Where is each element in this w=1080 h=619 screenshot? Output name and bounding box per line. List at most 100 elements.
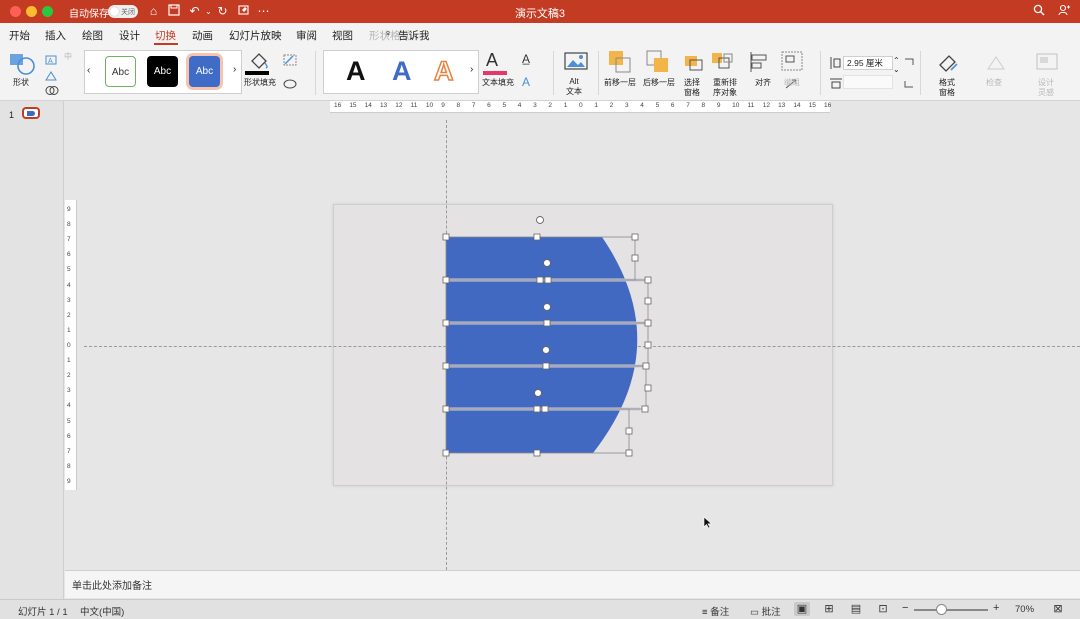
shape-styles-gallery: ‹ Abc Abc Abc [84,50,242,94]
tab-slideshow[interactable]: 幻灯片放映 [229,28,282,43]
normal-view-button[interactable]: ▣ [794,602,810,616]
thumbnail-preview [27,111,35,116]
shape-fill-label: 形状填充 [244,78,276,87]
ruler-tick-label: 8 [701,102,706,109]
faded-label: 中 [64,52,72,61]
ruler-tick-label: 6 [487,102,491,109]
account-icon[interactable] [1057,4,1072,19]
rotate-handle-icon[interactable] [536,216,544,224]
text-fill-icon[interactable]: A [486,50,498,71]
ruler-tick-label: 5 [67,417,71,425]
comments-toggle[interactable]: ▭ 批注 [750,604,781,618]
send-backward-label: 后移一层 [643,78,675,87]
search-icon[interactable] [1031,4,1046,19]
slideshow-button[interactable]: ⊡ [875,602,891,616]
comment-icon: ▭ [750,607,759,618]
gallery-scroll-right-icon[interactable]: › [233,65,236,75]
ruler-tick-label: 9 [67,206,71,213]
style-sample-blue[interactable]: Abc [189,56,220,87]
ruler-tick-label: 9 [441,102,445,109]
slide-sorter-button[interactable]: ⊞ [821,602,837,616]
rotate-handle-icon[interactable] [543,259,551,267]
rotate-handle-icon[interactable] [542,346,550,354]
ruler-tick-label: 15 [808,102,816,109]
notes-pane[interactable]: 单击此处添加备注 [65,570,1080,598]
selection-pane-icon[interactable] [684,52,704,79]
slide-number: 1 [9,110,15,120]
text-fill-color-swatch [483,71,507,75]
crop-icon[interactable] [903,57,915,94]
merge-shapes-icon[interactable] [45,83,59,101]
separator [598,51,599,95]
tab-transitions[interactable]: 切换 [155,28,176,43]
text-outline-icon[interactable]: A̲ [522,52,530,66]
gallery-scroll-left-icon[interactable]: ‹ [87,66,90,76]
reorder-objects-icon[interactable] [711,51,735,78]
blue-half-circle-shape[interactable] [446,237,638,453]
ruler-tick-label: 1 [594,102,598,109]
ruler-tick-label: 7 [686,102,690,109]
slide-thumbnail[interactable] [22,107,40,119]
style-sample-black[interactable]: Abc [147,56,178,87]
ruler-tick-label: 2 [609,102,614,109]
zoom-slider-track[interactable] [914,609,988,611]
zoom-in-button[interactable]: + [993,602,999,614]
tab-tell-me[interactable]: 告诉我 [398,28,430,43]
separator [553,51,554,95]
wordart-black[interactable]: A [346,56,366,87]
notes-toggle[interactable]: ≡ 备注 [702,604,729,618]
notes-toggle-label: 备注 [710,607,730,618]
bring-forward-icon[interactable] [608,50,632,79]
tab-view[interactable]: 视图 [332,28,353,43]
height-stepper[interactable]: ⌃ ⌄ [893,56,900,74]
height-input[interactable]: 2.95 厘米 [843,56,893,70]
tab-review[interactable]: 审阅 [296,28,317,43]
text-effects-icon[interactable]: A [522,75,530,89]
width-icon [829,76,843,94]
fit-to-window-icon[interactable]: ⊠ [1050,602,1066,616]
alt-text-icon[interactable] [564,52,588,77]
tab-draw[interactable]: 绘图 [82,28,103,43]
separator [315,51,316,95]
format-pane-label: 格式 窗格 [939,78,955,97]
reading-view-button[interactable]: ▤ [848,602,864,616]
group-icon[interactable] [781,51,803,76]
zoom-slider-knob[interactable] [936,604,947,615]
ruler-tick-label: 13 [778,102,786,109]
rotate-handle-icon[interactable] [534,389,542,397]
lightbulb-icon[interactable]: ♀ [384,28,392,40]
design-ideas-icon[interactable] [1036,52,1058,77]
align-icon[interactable] [749,51,771,78]
tab-design[interactable]: 设计 [119,28,140,43]
ruler-tick-label: 12 [395,102,403,109]
notes-placeholder: 单击此处添加备注 [72,581,152,592]
wordart-blue[interactable]: A [392,56,412,87]
wordart-scroll-icon[interactable]: › [470,65,473,75]
document-title: 演示文稿3 [514,8,566,20]
selected-shapes[interactable] [430,210,670,470]
shape-effects-icon[interactable] [283,77,297,95]
zoom-percent[interactable]: 70% [1015,604,1034,615]
notes-icon: ≡ [702,607,708,618]
shapes-label: 形状 [13,78,29,87]
tab-animations[interactable]: 动画 [192,28,213,43]
wordart-orange-outline[interactable]: A [433,55,454,87]
zoom-out-button[interactable]: − [902,602,908,614]
rotate-handle-icon[interactable] [543,303,551,311]
ruler-tick-label: 14 [793,102,801,109]
language-indicator[interactable]: 中文(中国) [80,604,124,618]
tab-insert[interactable]: 插入 [45,28,66,43]
ruler-tick-label: 5 [655,102,660,109]
shape-outline-icon[interactable] [283,53,297,71]
tab-home[interactable]: 开始 [9,28,30,43]
ruler-tick-label: 5 [502,102,507,109]
style-sample-outline[interactable]: Abc [105,56,136,87]
fill-color-swatch [245,71,269,75]
ruler-tick-label: 4 [640,102,644,109]
width-input[interactable] [843,75,893,89]
send-backward-icon[interactable] [646,50,670,79]
ruler-tick-label: 12 [762,102,770,109]
accessibility-icon[interactable] [985,53,1007,78]
group-label-faded: 编组 [784,78,800,87]
format-pane-icon[interactable] [936,51,960,80]
